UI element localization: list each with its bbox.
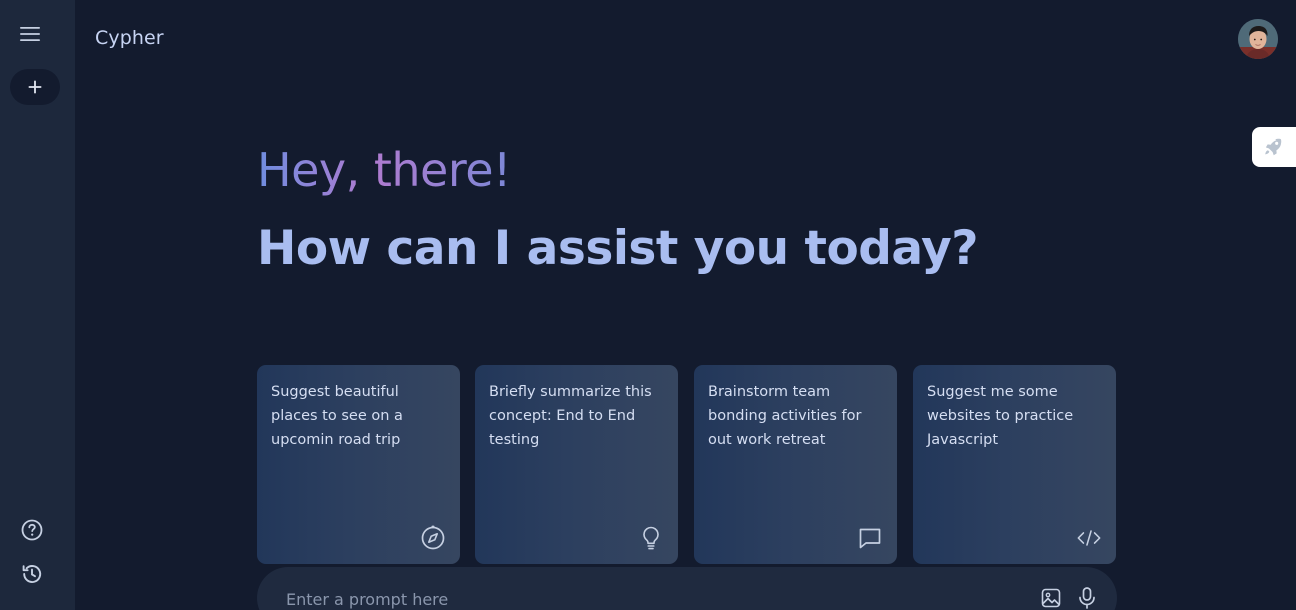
menu-icon[interactable] xyxy=(15,19,45,49)
image-upload-button[interactable] xyxy=(1038,585,1064,610)
image-icon xyxy=(1041,588,1061,608)
sidebar xyxy=(0,0,75,610)
launch-tab-button[interactable] xyxy=(1252,127,1296,167)
app-root: Cypher Hey, there! How can I assist you … xyxy=(0,0,1296,610)
microphone-button[interactable] xyxy=(1074,585,1100,610)
user-avatar-icon xyxy=(1238,19,1278,59)
microphone-icon xyxy=(1079,587,1095,609)
brand-title: Cypher xyxy=(95,27,164,49)
suggestion-card[interactable]: Briefly summarize this concept: End to E… xyxy=(475,365,678,564)
avatar[interactable] xyxy=(1238,19,1278,59)
plus-icon xyxy=(28,80,42,94)
greeting-hello: Hey, there! xyxy=(257,143,512,197)
prompt-input[interactable] xyxy=(284,587,1028,610)
compass-icon xyxy=(420,525,446,551)
rocket-icon xyxy=(1265,138,1282,156)
lightbulb-icon xyxy=(638,525,664,551)
prompt-bar xyxy=(257,567,1117,610)
code-icon xyxy=(1076,525,1102,551)
help-icon[interactable] xyxy=(18,516,46,544)
history-icon[interactable] xyxy=(18,560,46,588)
greeting-question: How can I assist you today? xyxy=(257,221,979,276)
new-chat-button[interactable] xyxy=(10,69,60,105)
suggestion-card-text: Briefly summarize this concept: End to E… xyxy=(489,384,652,448)
suggestion-card-text: Suggest beautiful places to see on a upc… xyxy=(271,384,403,448)
suggestion-card-text: Brainstorm team bonding activities for o… xyxy=(708,384,862,448)
chat-bubble-icon xyxy=(857,525,883,551)
suggestion-card[interactable]: Suggest me some websites to practice Jav… xyxy=(913,365,1116,564)
suggestion-card-text: Suggest me some websites to practice Jav… xyxy=(927,384,1074,448)
suggestion-card[interactable]: Suggest beautiful places to see on a upc… xyxy=(257,365,460,564)
suggestion-card[interactable]: Brainstorm team bonding activities for o… xyxy=(694,365,897,564)
